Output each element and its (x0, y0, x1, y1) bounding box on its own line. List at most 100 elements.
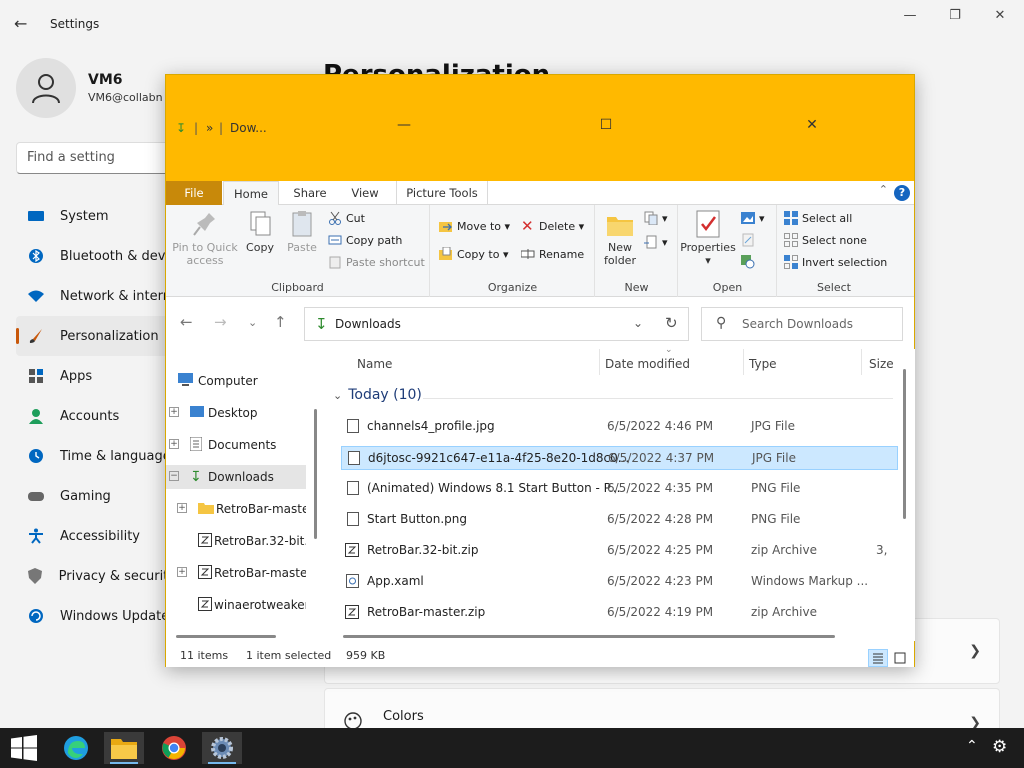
help-icon[interactable]: ? (894, 185, 910, 201)
refresh-icon[interactable]: ↻ (665, 314, 678, 332)
gear-icon[interactable]: ⚙ (992, 737, 1007, 757)
file-row-selected[interactable]: d6jtosc-9921c647-e11a-4f25-8e20-1d8c0...… (341, 446, 898, 470)
nav-item-privacy[interactable]: Privacy & security (16, 556, 176, 596)
copy-path-button[interactable]: Copy path (328, 233, 402, 247)
collapse-icon[interactable]: − (169, 471, 179, 481)
file-row[interactable]: RetroBar.32-bit.zip 6/5/2022 4:25 PM zip… (341, 539, 898, 563)
search-input[interactable]: Search Downloads (742, 317, 853, 331)
nav-item-bluetooth[interactable]: Bluetooth & devi (16, 236, 176, 276)
back-arrow-icon[interactable]: ← (14, 14, 27, 33)
forward-arrow-icon[interactable]: → (214, 313, 227, 331)
column-separator[interactable] (861, 349, 862, 375)
minimize-icon[interactable]: — (898, 8, 922, 23)
column-type[interactable]: Type (749, 357, 777, 371)
tree-item-computer[interactable]: Computer (166, 369, 306, 393)
up-arrow-icon[interactable]: ↑ (274, 313, 287, 331)
show-hidden-icons-icon[interactable]: ⌃ (966, 738, 978, 754)
chevron-down-icon[interactable]: ⌄ (333, 389, 342, 402)
pin-to-quick-access-button[interactable]: Pin to Quick access (172, 209, 238, 267)
group-header-today[interactable]: ⌄ Today (10) (333, 387, 422, 403)
new-item-button[interactable]: ▾ (644, 211, 668, 226)
tab-share[interactable]: Share (284, 181, 336, 205)
horizontal-scrollbar[interactable] (343, 635, 835, 638)
file-row[interactable]: App.xaml 6/5/2022 4:23 PM Windows Markup… (341, 570, 898, 594)
nav-item-gaming[interactable]: Gaming (16, 476, 176, 516)
vertical-scrollbar[interactable] (903, 369, 906, 519)
address-bar[interactable]: ↧ Downloads ⌄ ↻ (304, 307, 689, 341)
maximize-icon[interactable]: ☐ (596, 117, 616, 133)
properties-button[interactable]: Properties ▾ (679, 209, 737, 267)
nav-item-network[interactable]: Network & intern (16, 276, 176, 316)
tab-view[interactable]: View (340, 181, 390, 205)
expand-icon[interactable]: + (169, 407, 179, 417)
taskbar-edge[interactable] (56, 732, 96, 764)
copy-button[interactable]: Copy (242, 209, 278, 254)
paste-button[interactable]: Paste (284, 209, 320, 254)
column-separator[interactable] (743, 349, 744, 375)
tree-item-retrobar-master-folder[interactable]: + RetroBar-master (166, 497, 306, 521)
nav-item-apps[interactable]: Apps (16, 356, 176, 396)
chevron-down-icon[interactable]: ⌄ (633, 316, 643, 330)
nav-item-windows-update[interactable]: Windows Update (16, 596, 176, 636)
close-icon[interactable]: ✕ (988, 8, 1012, 23)
tab-picture-tools[interactable]: Picture Tools (396, 181, 488, 205)
details-view-icon[interactable] (868, 649, 888, 667)
easy-access-button[interactable]: ▾ (644, 235, 668, 249)
move-to-button[interactable]: Move to ▾ (439, 219, 510, 233)
delete-button[interactable]: ✕ Delete ▾ (521, 219, 584, 234)
quick-access-overflow-icon[interactable]: » (206, 121, 213, 135)
tree-item-downloads[interactable]: − ↧ Downloads (166, 465, 306, 489)
taskbar-chrome[interactable] (154, 732, 194, 764)
tree-item-retrobar-32bit-zip[interactable]: RetroBar.32-bit.z (166, 529, 306, 553)
edit-button[interactable] (741, 233, 759, 247)
new-folder-button[interactable]: New folder (600, 209, 640, 267)
explorer-titlebar[interactable]: ↧ | » | Dow... — ☐ ✕ (166, 75, 914, 181)
column-size[interactable]: Size (869, 357, 894, 371)
rename-button[interactable]: Rename (520, 247, 584, 261)
column-separator[interactable] (599, 349, 600, 375)
close-icon[interactable]: ✕ (802, 117, 822, 133)
file-row[interactable]: (Animated) Windows 8.1 Start Button - P.… (341, 477, 898, 501)
file-row[interactable]: channels4_profile.jpg 6/5/2022 4:46 PM J… (341, 415, 898, 439)
nav-item-system[interactable]: System (16, 196, 176, 236)
recent-locations-icon[interactable]: ⌄ (248, 316, 257, 329)
cut-button[interactable]: Cut (328, 211, 365, 225)
taskbar-settings[interactable] (202, 732, 242, 764)
paste-shortcut-button[interactable]: Paste shortcut (328, 255, 425, 269)
tree-scrollbar[interactable] (314, 409, 317, 539)
expand-icon[interactable]: + (169, 439, 179, 449)
history-button[interactable] (741, 255, 759, 269)
file-row[interactable]: RetroBar-master.zip 6/5/2022 4:19 PM zip… (341, 601, 898, 625)
nav-item-accounts[interactable]: Accounts (16, 396, 176, 436)
column-name[interactable]: Name (357, 357, 392, 371)
tab-home[interactable]: Home (223, 181, 279, 206)
taskbar-file-explorer[interactable] (104, 732, 144, 764)
avatar[interactable] (16, 58, 76, 118)
open-button[interactable]: ▾ (741, 211, 765, 225)
back-arrow-icon[interactable]: ← (180, 313, 193, 331)
settings-search-input[interactable]: Find a setting (16, 142, 186, 174)
tree-item-documents[interactable]: + Documents (166, 433, 306, 457)
copy-to-button[interactable]: Copy to ▾ (439, 246, 508, 261)
maximize-icon[interactable]: ❐ (943, 8, 967, 23)
file-row[interactable]: Start Button.png 6/5/2022 4:28 PM PNG Fi… (341, 508, 898, 532)
nav-item-time-language[interactable]: Time & language (16, 436, 176, 476)
invert-selection-button[interactable]: Invert selection (784, 255, 887, 269)
download-icon[interactable]: ↧ (176, 121, 186, 135)
nav-item-personalization[interactable]: Personalization (16, 316, 176, 356)
select-none-button[interactable]: Select none (784, 233, 867, 247)
collapse-ribbon-icon[interactable]: ⌃ (879, 183, 888, 196)
tree-item-desktop[interactable]: + Desktop (166, 401, 306, 425)
tree-item-retrobar-master-zip[interactable]: + RetroBar-master. (166, 561, 306, 585)
large-icons-view-icon[interactable] (890, 649, 910, 667)
minimize-icon[interactable]: — (394, 117, 414, 133)
nav-item-accessibility[interactable]: Accessibility (16, 516, 176, 556)
expand-icon[interactable]: + (177, 567, 187, 577)
expand-icon[interactable]: + (177, 503, 187, 513)
start-button[interactable] (4, 732, 44, 764)
tab-file[interactable]: File (166, 181, 222, 205)
search-box[interactable]: ⚲ Search Downloads (701, 307, 903, 341)
select-all-button[interactable]: Select all (784, 211, 852, 225)
column-date-modified[interactable]: Date modified (605, 357, 690, 371)
tree-horizontal-scrollbar[interactable] (176, 635, 276, 638)
